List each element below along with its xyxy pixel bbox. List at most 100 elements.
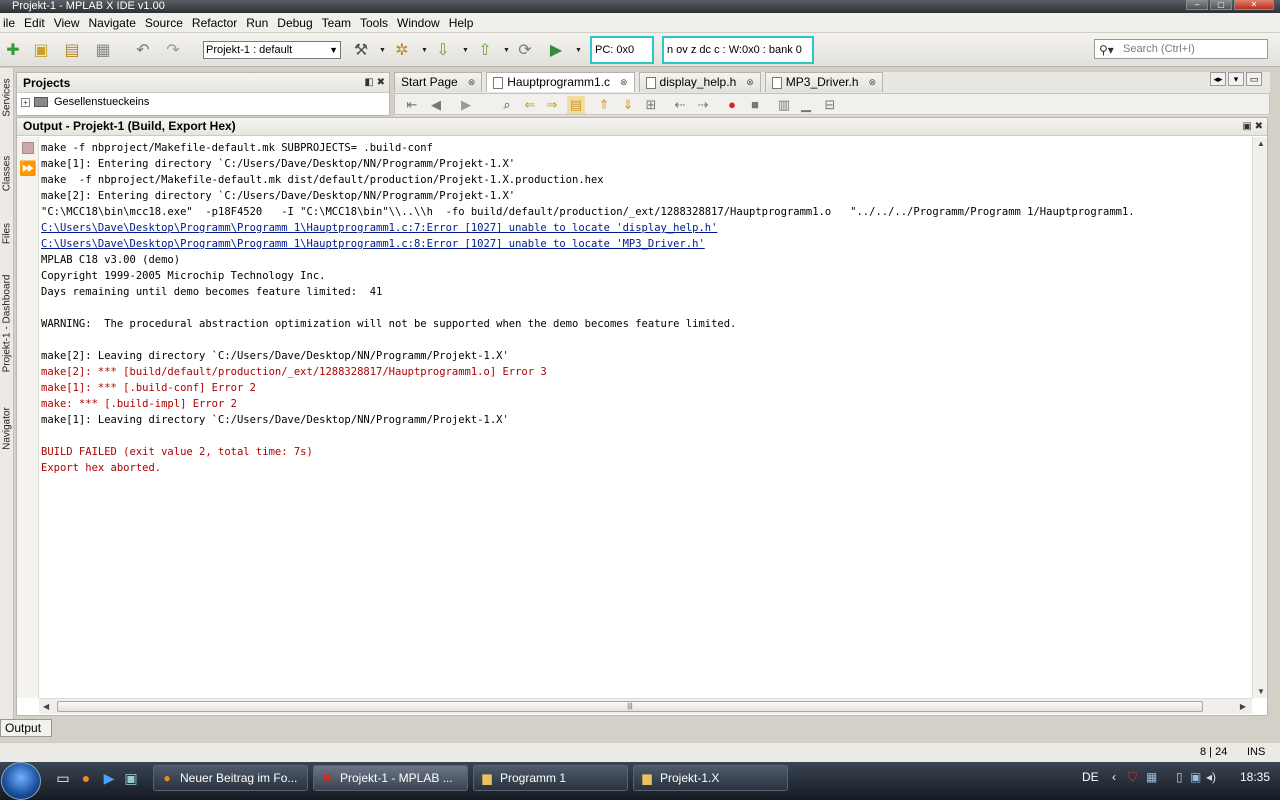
vertical-scrollbar[interactable]: ▲ ▼ [1252,137,1267,698]
side-tab-files[interactable]: Files [2,207,13,261]
side-tab-navigator[interactable]: Navigator [2,402,13,456]
close-icon[interactable]: ⊗ [869,73,877,92]
output-console[interactable]: make -f nbproject/Makefile-default.mk SU… [41,140,1251,696]
side-tab-services[interactable]: Services [2,71,13,125]
tab-start-page[interactable]: Start Page ⊗ [394,72,483,92]
upload-icon[interactable]: ⇧ [474,39,496,61]
projects-window-controls[interactable]: ◧ ✖ [364,73,385,93]
taskbar-button-firefox[interactable]: ● Neuer Beitrag im Fo... [153,765,308,791]
stop-icon[interactable] [22,142,34,154]
menu-window[interactable]: Window [394,13,443,33]
tab-list-icon[interactable]: ▾ [1228,72,1244,86]
shift-right-icon[interactable]: ⇢ [694,96,712,114]
side-tab-classes[interactable]: Classes [2,147,13,201]
menu-view[interactable]: View [51,13,83,33]
output-minimized-tab[interactable]: Output [0,719,52,737]
close-icon[interactable]: ⊗ [746,73,754,92]
scroll-down-icon[interactable]: ▼ [1257,687,1265,696]
clean-dropdown-icon[interactable]: ▼ [421,47,428,54]
tray-expand-icon[interactable]: ‹ [1112,770,1116,784]
diff-icon[interactable]: ⊟ [821,96,839,114]
new-file-icon[interactable]: ✚ [2,39,24,61]
menu-source[interactable]: Source [142,13,186,33]
tree-item[interactable]: + Gesellenstueckeins [17,93,389,111]
horizontal-scrollbar[interactable]: ◀ ||| ▶ [39,698,1252,714]
find-prev-icon[interactable]: ⇐ [521,96,539,114]
menu-help[interactable]: Help [446,13,477,33]
search-input[interactable]: ⚲▾ Search (Ctrl+I) [1094,39,1268,59]
record-macro-icon[interactable]: ● [723,96,741,114]
redo-icon[interactable]: ↷ [162,39,184,61]
configuration-select[interactable]: Projekt-1 : default ▼ [203,41,341,59]
language-indicator[interactable]: DE [1082,770,1099,784]
clean-build-icon[interactable]: ✲ [391,39,413,61]
menu-file[interactable]: ile [0,13,18,33]
tab-display-help[interactable]: display_help.h ⊗ [638,72,761,92]
scrollbar-thumb[interactable]: ||| [57,701,1203,712]
debug-run-icon[interactable]: ▶ [545,39,567,61]
device-icon[interactable]: ▯ [1176,770,1183,784]
undo-icon[interactable]: ↶ [132,39,154,61]
download-dropdown-icon[interactable]: ▼ [462,47,469,54]
tab-mp3-driver[interactable]: MP3_Driver.h ⊗ [764,72,884,92]
close-icon[interactable]: ⊗ [620,73,628,92]
menu-team[interactable]: Team [319,13,354,33]
maximize-button[interactable]: ▢ [1210,0,1232,10]
upload-dropdown-icon[interactable]: ▼ [503,47,510,54]
error-link-line[interactable]: C:\Users\Dave\Desktop\Programm\Programm … [41,220,1251,236]
menu-navigate[interactable]: Navigate [86,13,139,33]
find-icon[interactable]: ⌕ [498,96,516,114]
error-link-line[interactable]: C:\Users\Dave\Desktop\Programm\Programm … [41,236,1251,252]
uncomment-icon[interactable]: ▁ [797,96,815,114]
antivirus-icon[interactable]: ⛉ [1128,770,1137,785]
expand-icon[interactable]: + [21,97,30,107]
network-icon[interactable]: ▦ [1146,770,1157,784]
taskbar-button-projekt[interactable]: ▆ Projekt-1.X [633,765,788,791]
menu-refactor[interactable]: Refactor [189,13,240,33]
next-bookmark-icon[interactable]: ⇓ [619,96,637,114]
close-button[interactable]: ✕ [1234,0,1274,10]
scroll-right-icon[interactable]: ▶ [1240,702,1246,711]
side-tab-dashboard[interactable]: Projekt-1 - Dashboard [2,274,13,374]
close-icon[interactable]: ⊗ [468,73,476,92]
forward-icon[interactable]: ▶ [457,96,475,114]
highlight-icon[interactable]: ▤ [567,96,585,114]
menu-debug[interactable]: Debug [274,13,315,33]
scroll-left-icon[interactable]: ◀ [43,702,49,711]
taskbar-button-mplab[interactable]: ✖ Projekt-1 - MPLAB ... [313,765,468,791]
find-next-icon[interactable]: ⇒ [543,96,561,114]
comment-icon[interactable]: ▥ [775,96,793,114]
clock[interactable]: 18:35 [1240,770,1270,784]
output-window-controls[interactable]: ▣ ✖ [1242,118,1263,135]
menu-edit[interactable]: Edit [21,13,48,33]
shift-left-icon[interactable]: ⇠ [671,96,689,114]
history-icon[interactable]: ⇤ [403,96,421,114]
menu-tools[interactable]: Tools [357,13,391,33]
taskbar-button-programm[interactable]: ▆ Programm 1 [473,765,628,791]
start-button[interactable] [1,762,41,800]
download-icon[interactable]: ⇩ [432,39,454,61]
show-desktop-icon[interactable]: ▭ [54,769,72,787]
reset-icon[interactable]: ⟳ [514,39,536,61]
prev-bookmark-icon[interactable]: ⇑ [595,96,613,114]
firefox-icon[interactable]: ● [77,769,95,787]
back-icon[interactable]: ◀ [427,96,445,114]
stop-macro-icon[interactable]: ■ [746,96,764,114]
menu-run[interactable]: Run [243,13,271,33]
media-player-icon[interactable]: ▶ [100,769,118,787]
volume-icon[interactable]: ◂) [1206,770,1216,784]
maximize-editor-icon[interactable]: ▭ [1246,72,1262,86]
switch-windows-icon[interactable]: ▣ [122,769,140,787]
minimize-button[interactable]: – [1186,0,1208,10]
build-icon[interactable]: ⚒ [350,39,372,61]
rerun-icon[interactable]: ⏩ [19,160,36,177]
debug-dropdown-icon[interactable]: ▼ [575,47,582,54]
tab-hauptprogramm[interactable]: Hauptprogramm1.c ⊗ [486,72,635,92]
toggle-bookmark-icon[interactable]: ⊞ [642,96,660,114]
new-project-icon[interactable]: ▣ [30,39,52,61]
monitor-icon[interactable]: ▣ [1190,770,1201,784]
save-all-icon[interactable]: ▦ [92,39,114,61]
scroll-up-icon[interactable]: ▲ [1257,139,1265,148]
tab-scroll-left-icon[interactable]: ◂▸ [1210,72,1226,86]
open-project-icon[interactable]: ▤ [61,39,83,61]
